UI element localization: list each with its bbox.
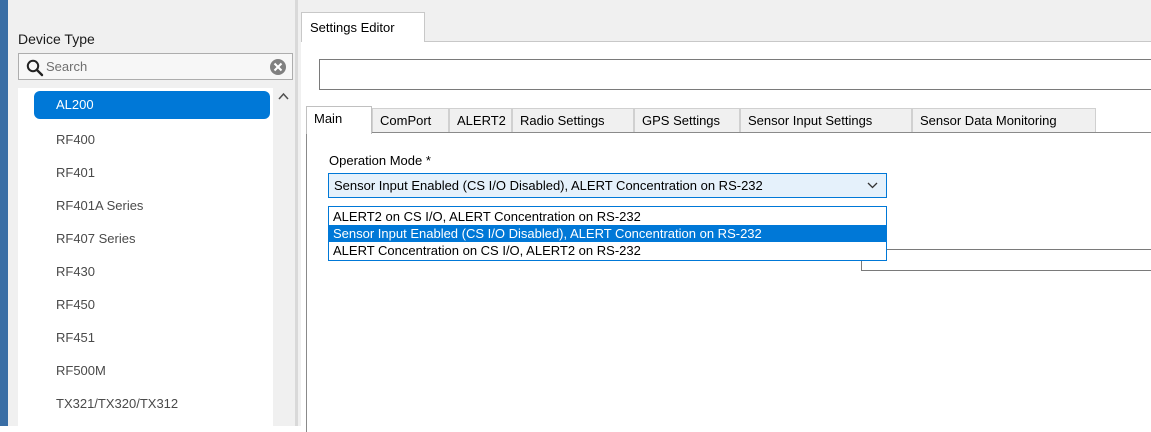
list-item[interactable]: AL200 — [34, 91, 270, 119]
list-item[interactable]: TX321/TX320/TX312 — [18, 390, 273, 418]
tab-sensor-input-settings[interactable]: Sensor Input Settings — [740, 108, 912, 133]
list-item[interactable]: RF430 — [18, 258, 273, 286]
device-type-title: Device Type — [18, 31, 95, 47]
search-icon — [26, 59, 44, 77]
dropdown-option[interactable]: ALERT Concentration on CS I/O, ALERT2 on… — [329, 242, 886, 259]
operation-mode-label: Operation Mode * — [329, 153, 431, 168]
list-item[interactable]: RF401 — [18, 159, 273, 187]
settings-tabs: Main ComPort ALERT2 Radio Settings GPS S… — [306, 106, 1151, 134]
scroll-up-icon[interactable] — [278, 92, 289, 100]
list-item[interactable]: RF450 — [18, 291, 273, 319]
tab-gps-settings[interactable]: GPS Settings — [634, 108, 740, 133]
list-item[interactable]: RF400 — [18, 126, 273, 154]
tab-comport[interactable]: ComPort — [372, 108, 449, 133]
operation-mode-select[interactable]: Sensor Input Enabled (CS I/O Disabled), … — [328, 173, 887, 198]
background-field[interactable] — [861, 249, 1151, 271]
operation-mode-dropdown[interactable]: ALERT2 on CS I/O, ALERT Concentration on… — [328, 206, 887, 261]
dropdown-option[interactable]: ALERT2 on CS I/O, ALERT Concentration on… — [329, 208, 886, 225]
device-type-list[interactable]: AL200 RF400 RF401 RF401A Series RF407 Se… — [18, 88, 273, 426]
tab-main[interactable]: Main — [306, 106, 372, 134]
list-item[interactable]: RF407 Series — [18, 225, 273, 253]
device-type-panel: Device Type Search AL200 RF400 RF401 RF4… — [8, 0, 295, 426]
tab-alert2[interactable]: ALERT2 — [449, 108, 512, 133]
tab-sensor-data-monitoring[interactable]: Sensor Data Monitoring — [912, 108, 1096, 133]
tab-settings-editor[interactable]: Settings Editor — [301, 12, 425, 42]
dropdown-option[interactable]: Sensor Input Enabled (CS I/O Disabled), … — [329, 225, 886, 242]
tab-radio-settings[interactable]: Radio Settings — [512, 108, 634, 133]
settings-path-field[interactable] — [319, 59, 1151, 90]
device-search-input[interactable]: Search — [18, 53, 293, 80]
chevron-down-icon[interactable] — [867, 181, 878, 189]
window-left-edge — [0, 0, 8, 426]
operation-mode-value: Sensor Input Enabled (CS I/O Disabled), … — [334, 178, 763, 193]
search-placeholder: Search — [46, 59, 88, 74]
settings-editor-area: Settings Editor Main ComPort ALERT2 Radi… — [298, 0, 1151, 432]
device-list-scrollbar[interactable] — [274, 88, 293, 426]
clear-icon[interactable] — [269, 58, 287, 76]
list-item[interactable]: RF500M — [18, 357, 273, 385]
tab-settings-editor-label: Settings Editor — [310, 20, 395, 35]
list-item[interactable]: RF451 — [18, 324, 273, 352]
list-item[interactable]: RF401A Series — [18, 192, 273, 220]
settings-editor-body: Main ComPort ALERT2 Radio Settings GPS S… — [301, 42, 1151, 432]
